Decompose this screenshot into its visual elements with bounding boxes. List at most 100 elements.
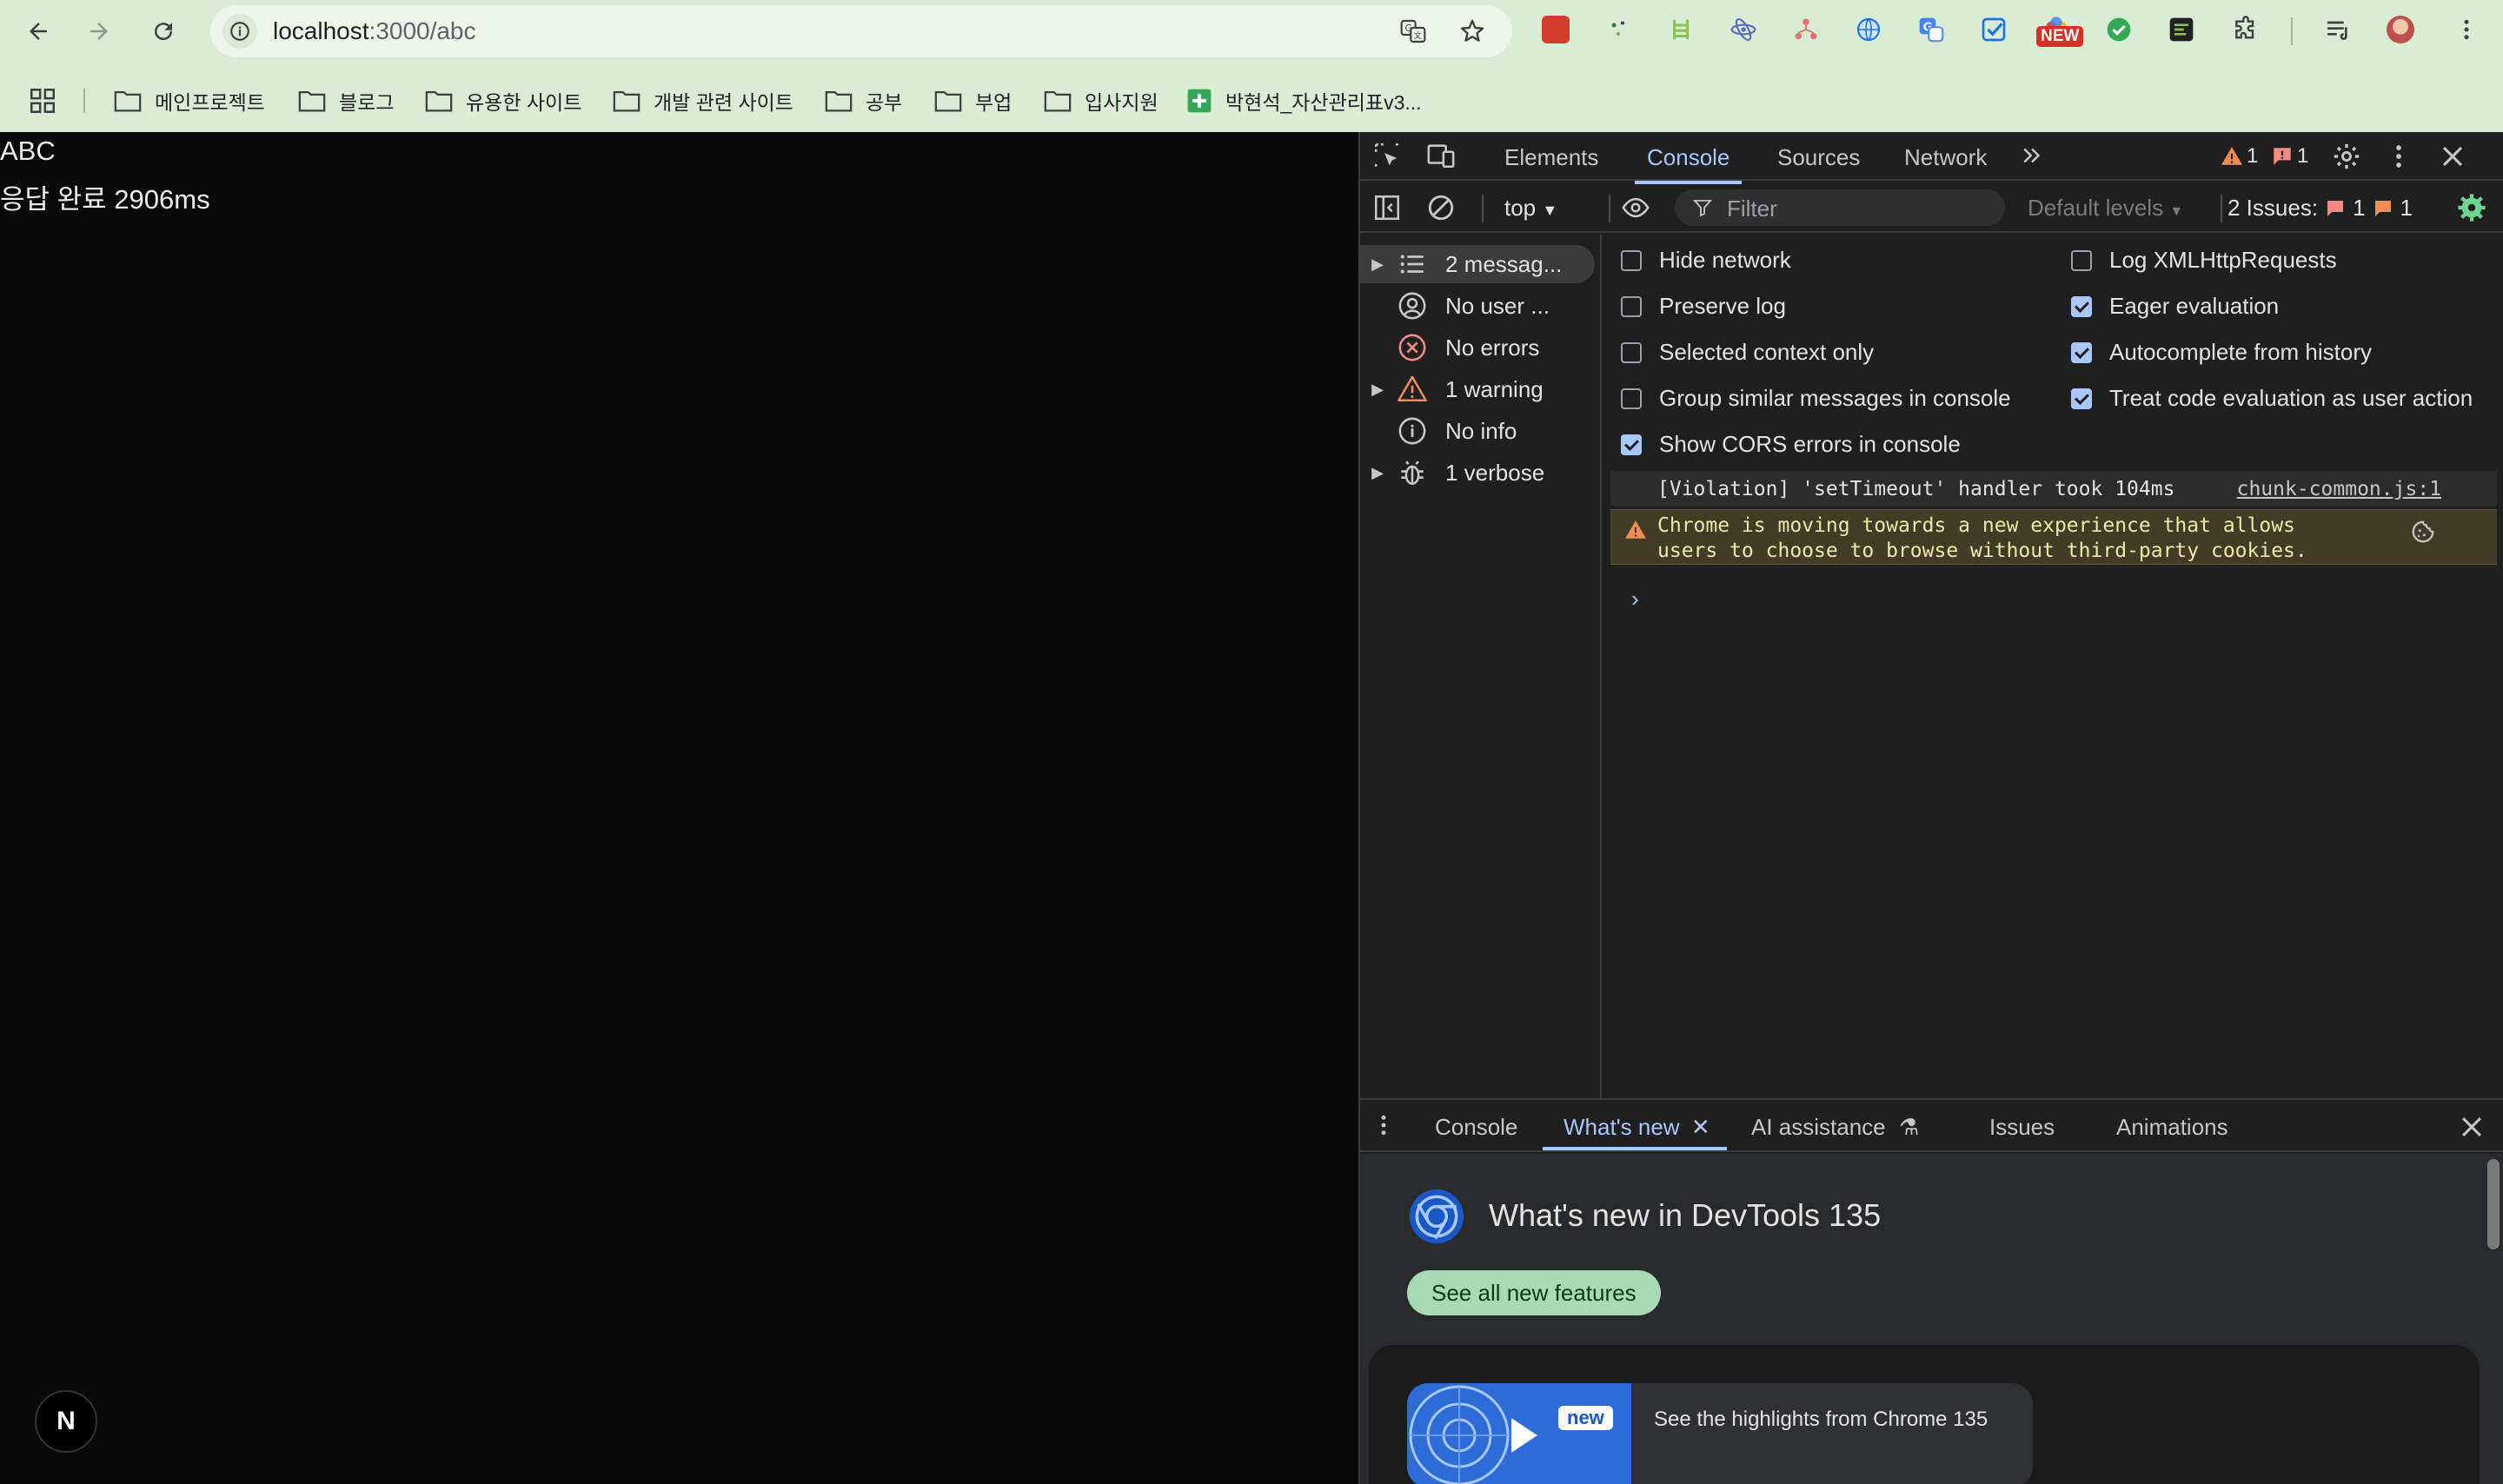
chevron-down-icon: ▼ <box>1542 202 1558 219</box>
checkbox[interactable] <box>2071 341 2092 363</box>
more-tabs-icon[interactable] <box>2019 142 2045 169</box>
expand-arrow-icon[interactable]: ▶ <box>1360 381 1395 399</box>
drawer-tab-console[interactable]: Console <box>1435 1114 1517 1141</box>
inspect-element-icon[interactable] <box>1372 141 1402 170</box>
sidebar-item-user-messages[interactable]: No user ... <box>1360 287 1600 325</box>
bookmark-folder[interactable]: 블로그 <box>297 85 394 116</box>
drawer-tab-animations[interactable]: Animations <box>2116 1114 2228 1141</box>
sidebar-item-errors[interactable]: No errors <box>1360 328 1600 367</box>
bookmarks-bar: 메인프로젝트 블로그 유용한 사이트 개발 관련 사이트 공부 부업 입사지원 … <box>0 76 2503 125</box>
cookie-icon[interactable] <box>2410 519 2436 545</box>
drawer-tab-issues[interactable]: Issues <box>1989 1114 2055 1141</box>
extension-check-icon[interactable] <box>1976 12 2011 47</box>
extension-globe-icon[interactable] <box>1851 12 1886 47</box>
drawer-tab-whats-new[interactable]: What's new ✕ <box>1564 1114 1710 1141</box>
setting-show-cors[interactable]: Show CORS errors in console <box>1621 431 1961 458</box>
forward-button[interactable] <box>80 12 118 50</box>
setting-treat-code-eval[interactable]: Treat code evaluation as user action <box>2071 385 2473 412</box>
site-info-icon[interactable] <box>222 14 257 49</box>
tab-elements[interactable]: Elements <box>1504 144 1598 171</box>
checkbox[interactable] <box>1621 295 1642 317</box>
drawer-scrollbar[interactable] <box>2487 1159 2500 1249</box>
console-settings: Hide network Preserve log Selected conte… <box>1603 235 2503 457</box>
expand-arrow-icon[interactable]: ▶ <box>1360 255 1395 274</box>
arrow-left-icon <box>30 23 47 40</box>
setting-selected-context[interactable]: Selected context only <box>1621 339 1874 366</box>
extension-green-check-icon[interactable] <box>2101 12 2136 47</box>
sidebar-item-warnings[interactable]: ▶ 1 warning <box>1360 370 1600 408</box>
address-bar[interactable]: localhost:3000/abc G文 <box>210 5 1512 57</box>
arrow-right-icon <box>90 23 108 40</box>
checkbox[interactable] <box>2071 295 2092 317</box>
extension-dots-icon[interactable] <box>1601 12 1636 47</box>
warning-count[interactable]: 1 <box>2221 144 2258 169</box>
checkbox[interactable] <box>1621 388 1642 409</box>
extension-react-icon[interactable] <box>1726 12 1761 47</box>
drawer-tab-ai-assistance[interactable]: AI assistance ⚗ <box>1751 1114 1919 1141</box>
setting-eager-eval[interactable]: Eager evaluation <box>2071 293 2279 320</box>
console-prompt[interactable]: › <box>1631 586 1639 613</box>
devtools-menu-icon[interactable] <box>2384 142 2413 171</box>
bookmark-folder[interactable]: 공부 <box>824 85 902 116</box>
sidebar-toggle-icon[interactable] <box>1372 193 1402 222</box>
tab-console[interactable]: Console <box>1634 144 1743 184</box>
close-drawer-icon[interactable] <box>2457 1112 2486 1142</box>
extensions-puzzle-icon[interactable] <box>2228 12 2263 47</box>
device-toolbar-icon[interactable] <box>1426 141 1456 170</box>
log-levels-dropdown[interactable]: Default levels ▼ <box>2028 195 2183 222</box>
extension-translate-icon[interactable]: G <box>1914 12 1949 47</box>
message-source-link[interactable]: chunk-common.js:1 <box>2237 478 2441 500</box>
expand-arrow-icon[interactable]: ▶ <box>1360 464 1395 482</box>
see-all-features-button[interactable]: See all new features <box>1407 1270 1661 1315</box>
error-count[interactable]: 1 <box>2271 144 2308 169</box>
bookmark-folder[interactable]: 개발 관련 사이트 <box>612 85 793 116</box>
filter-input[interactable]: Filter <box>1675 189 2005 226</box>
console-settings-gear-icon[interactable] <box>2457 193 2486 222</box>
extension-tree-icon[interactable] <box>1789 12 1823 47</box>
bookmark-sheet[interactable]: 박현석_자산관리표v3... <box>1185 85 1422 116</box>
extension-ladder-icon[interactable] <box>1663 12 1698 47</box>
close-tab-icon[interactable]: ✕ <box>1691 1114 1710 1140</box>
url-text[interactable]: localhost:3000/abc <box>273 17 476 45</box>
clear-console-icon[interactable] <box>1426 193 1456 222</box>
checkbox[interactable] <box>2071 388 2092 409</box>
bookmark-folder[interactable]: 메인프로젝트 <box>113 85 265 116</box>
highlights-video-link[interactable]: new See the highlights from Chrome 135 <box>1407 1383 2033 1484</box>
setting-preserve-log[interactable]: Preserve log <box>1621 293 1786 320</box>
context-selector[interactable]: top ▼ <box>1504 195 1557 222</box>
sidebar-item-messages[interactable]: ▶ 2 messag... <box>1360 245 1595 283</box>
tab-sources[interactable]: Sources <box>1777 144 1860 171</box>
setting-hide-network[interactable]: Hide network <box>1621 247 1791 274</box>
profile-avatar[interactable] <box>2383 12 2418 47</box>
live-expression-eye-icon[interactable] <box>1621 193 1650 222</box>
bookmark-star-icon[interactable] <box>1457 16 1488 47</box>
setting-autocomplete[interactable]: Autocomplete from history <box>2071 339 2372 366</box>
setting-log-xhr[interactable]: Log XMLHttpRequests <box>2071 247 2337 274</box>
issues-counter[interactable]: 2 Issues: 1 1 <box>2227 195 2413 222</box>
back-button[interactable] <box>19 12 57 50</box>
setting-group-similar[interactable]: Group similar messages in console <box>1621 385 2011 412</box>
extension-red-icon[interactable] <box>1538 12 1573 47</box>
close-devtools-icon[interactable] <box>2438 142 2467 171</box>
checkbox[interactable] <box>1621 249 1642 271</box>
translate-icon[interactable]: G文 <box>1398 16 1429 47</box>
reload-button[interactable] <box>144 12 183 50</box>
settings-gear-icon[interactable] <box>2332 142 2361 171</box>
reading-list-icon[interactable] <box>2320 12 2355 47</box>
sidebar-item-info[interactable]: No info <box>1360 412 1600 450</box>
chrome-menu-icon[interactable] <box>2449 12 2484 47</box>
nextjs-dev-badge[interactable]: N <box>35 1390 97 1453</box>
warning-icon <box>1398 375 1427 402</box>
tab-network[interactable]: Network <box>1904 144 1987 171</box>
drawer-menu-icon[interactable] <box>1371 1112 1397 1138</box>
sidebar-item-verbose[interactable]: ▶ 1 verbose <box>1360 454 1600 492</box>
checkbox[interactable] <box>2071 249 2092 271</box>
bookmark-folder[interactable]: 입사지원 <box>1043 85 1159 116</box>
extension-dark-icon[interactable] <box>2164 12 2199 47</box>
checkbox[interactable] <box>1621 341 1642 363</box>
console-sidebar: ▶ 2 messag... No user ... No errors ▶ 1 … <box>1360 235 1602 1105</box>
apps-grid-icon[interactable] <box>28 85 57 116</box>
checkbox[interactable] <box>1621 434 1642 455</box>
bookmark-folder[interactable]: 유용한 사이트 <box>424 85 581 116</box>
bookmark-folder[interactable]: 부업 <box>933 85 1012 116</box>
